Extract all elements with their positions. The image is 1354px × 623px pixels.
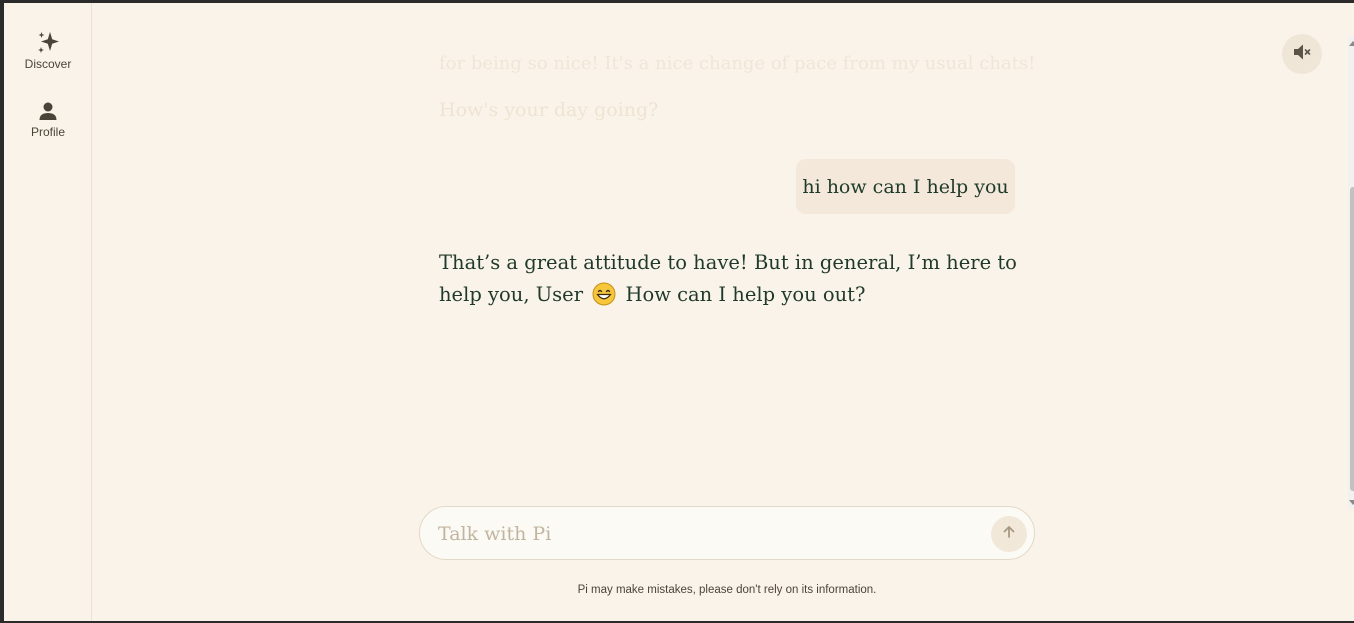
arrow-up-icon xyxy=(1001,524,1017,544)
sidebar-item-profile[interactable]: Profile xyxy=(4,97,92,139)
user-message-text: hi how can I help you xyxy=(802,175,1009,198)
chat-input[interactable] xyxy=(438,516,978,552)
ai-message: That’s a great attitude to have! But in … xyxy=(439,247,1029,311)
scrollbar-thumb[interactable] xyxy=(1350,187,1354,491)
sidebar-item-label: Discover xyxy=(24,57,72,71)
previous-ai-message-line: for being so nice! It's a nice change of… xyxy=(439,53,1036,74)
user-message-bubble: hi how can I help you xyxy=(796,159,1015,214)
mute-button[interactable] xyxy=(1282,34,1322,74)
ai-message-text-end: How can I help you out? xyxy=(625,283,866,306)
send-button[interactable] xyxy=(991,516,1027,552)
scrollbar[interactable] xyxy=(1348,37,1354,509)
scroll-down-icon[interactable] xyxy=(1349,500,1354,505)
sparkle-icon xyxy=(4,29,92,57)
grinning-face-icon xyxy=(592,282,616,306)
sidebar-item-discover[interactable]: Discover xyxy=(4,29,92,71)
disclaimer-text: Pi may make mistakes, please don't rely … xyxy=(577,584,877,596)
speaker-muted-icon xyxy=(1291,41,1313,67)
sidebar: Discover Profile xyxy=(4,3,92,621)
scroll-up-icon[interactable] xyxy=(1349,41,1354,46)
previous-ai-message-question: How's your day going? xyxy=(439,99,659,121)
chat-composer xyxy=(419,506,1035,560)
sidebar-item-label: Profile xyxy=(30,125,65,139)
app-window: Discover Profile for being so nice! It's… xyxy=(4,3,1354,621)
person-icon xyxy=(4,97,92,125)
